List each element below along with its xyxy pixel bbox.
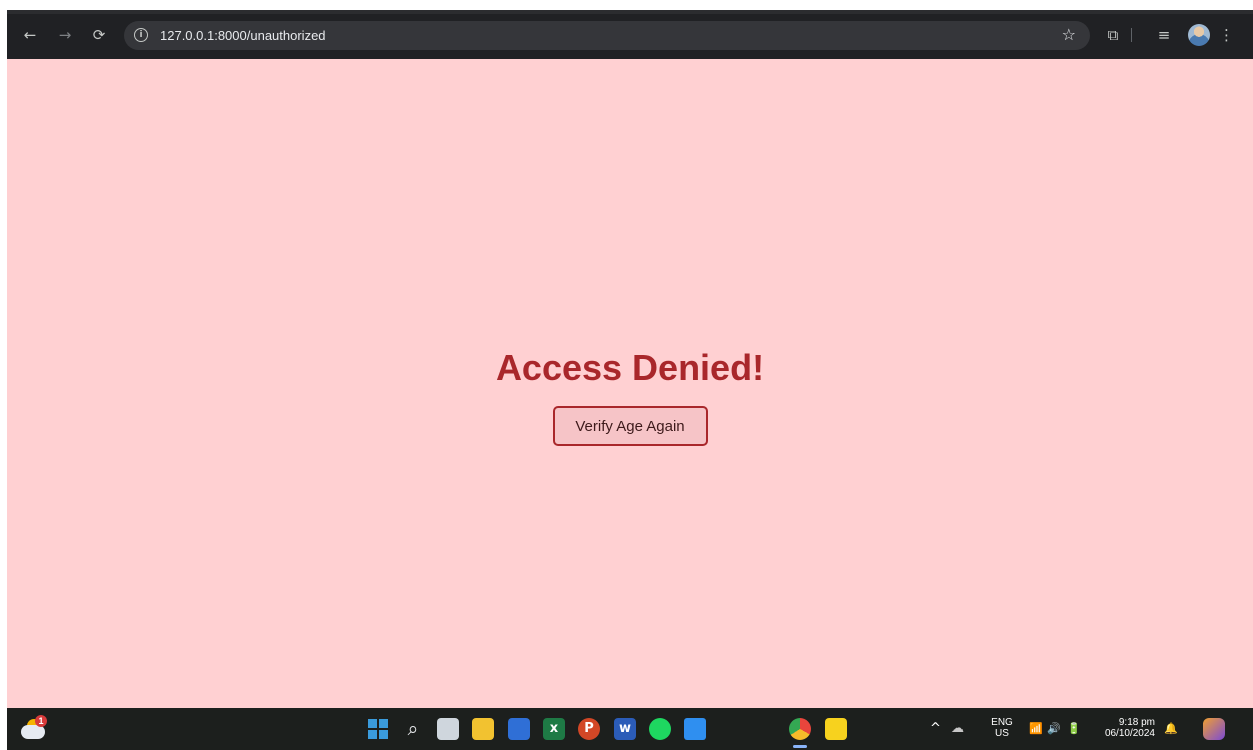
- language-code: ENG: [991, 717, 1013, 728]
- clock[interactable]: 9:18 pm 06/10/2024: [1089, 717, 1155, 739]
- spotify-icon[interactable]: [649, 718, 671, 740]
- onedrive-icon[interactable]: ☁: [951, 721, 964, 737]
- address-url[interactable]: 127.0.0.1:8000/unauthorized: [160, 27, 326, 44]
- start-windows-icon[interactable]: [368, 719, 388, 739]
- file-explorer-icon[interactable]: [472, 718, 494, 740]
- chrome-icon[interactable]: [789, 718, 811, 740]
- extensions-icon[interactable]: ⧉: [1102, 24, 1124, 46]
- notification-badge: 1: [35, 715, 47, 727]
- sticky-notes-icon[interactable]: [825, 718, 847, 740]
- battery-icon[interactable]: 🔋: [1067, 721, 1081, 737]
- excel-icon[interactable]: x: [543, 718, 565, 740]
- site-info-icon[interactable]: i: [134, 28, 148, 42]
- language-indicator[interactable]: ENG US: [987, 717, 1017, 739]
- notification-bell-icon[interactable]: 🔔: [1164, 721, 1178, 737]
- clock-date: 06/10/2024: [1104, 728, 1155, 739]
- search-icon[interactable]: ⌕: [402, 718, 424, 740]
- vscode-icon[interactable]: [684, 718, 706, 740]
- cloud-icon: [21, 725, 45, 739]
- word-icon[interactable]: w: [614, 718, 636, 740]
- page-title: Access Denied!: [495, 347, 765, 388]
- chrome-active-indicator: [793, 745, 807, 748]
- address-bar[interactable]: i 127.0.0.1:8000/unauthorized ☆: [124, 21, 1090, 50]
- taskbar: 1 ⌕ x P w ^ ☁ ENG US 📶 🔊 🔋 9:18 pm 06/10…: [7, 708, 1253, 750]
- volume-icon[interactable]: 🔊: [1047, 721, 1061, 737]
- browser-toolbar: ← → ⟳ i 127.0.0.1:8000/unauthorized ☆ ⧉ …: [7, 10, 1253, 59]
- tab-strip: [7, 10, 1253, 14]
- page-viewport: Access Denied! Verify Age Again: [7, 59, 1253, 708]
- forward-icon[interactable]: →: [54, 24, 76, 46]
- task-view-icon[interactable]: [437, 718, 459, 740]
- media-controls-icon[interactable]: ≡: [1153, 24, 1175, 46]
- back-icon[interactable]: ←: [19, 24, 41, 46]
- reload-icon[interactable]: ⟳: [88, 24, 110, 46]
- bookmark-star-icon[interactable]: ☆: [1062, 25, 1076, 45]
- profile-avatar[interactable]: [1188, 24, 1210, 46]
- microsoft-store-icon[interactable]: [508, 718, 530, 740]
- powerpoint-icon[interactable]: P: [578, 718, 600, 740]
- menu-kebab-icon[interactable]: ⋮: [1219, 24, 1234, 46]
- wifi-icon[interactable]: 📶: [1029, 721, 1043, 737]
- screen: ← → ⟳ i 127.0.0.1:8000/unauthorized ☆ ⧉ …: [0, 0, 1253, 750]
- show-hidden-icons-chevron[interactable]: ^: [930, 721, 941, 737]
- clock-time: 9:18 pm: [1118, 717, 1155, 728]
- toolbar-divider: [1131, 28, 1132, 42]
- region-code: US: [995, 728, 1009, 739]
- weather-widget-icon[interactable]: 1: [21, 715, 47, 741]
- access-denied-panel: Access Denied! Verify Age Again: [7, 347, 1253, 446]
- verify-age-button[interactable]: Verify Age Again: [552, 406, 708, 446]
- copilot-icon[interactable]: [1203, 718, 1225, 740]
